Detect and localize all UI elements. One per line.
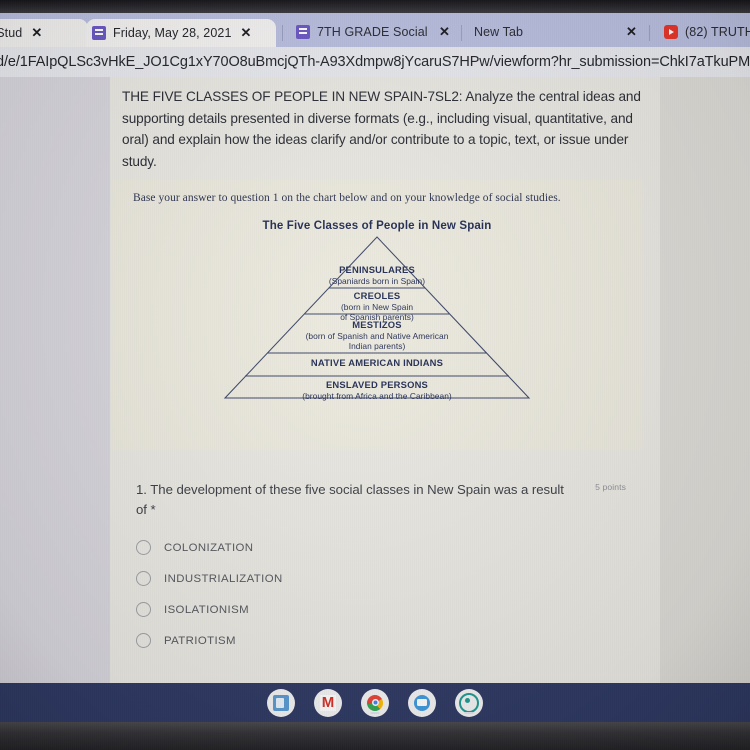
answer-options-list: COLONIZATION INDUSTRIALIZATION ISOLATION…	[136, 532, 596, 656]
tab-close-icon[interactable]: ✕	[626, 24, 637, 40]
chart-title: The Five Classes of People in New Spain	[262, 220, 492, 232]
pyramid-diagram: PENINSULARES (Spaniards born in Spain) C…	[112, 235, 642, 450]
tab-separator	[461, 25, 462, 41]
question-text: 1. The development of these five social …	[136, 482, 564, 517]
page-left-gutter	[0, 77, 110, 683]
answer-option-patriotism[interactable]: PATRIOTISM	[136, 625, 596, 656]
answer-option-industrialization[interactable]: INDUSTRIALIZATION	[136, 563, 596, 594]
chrome-icon[interactable]	[361, 688, 389, 717]
pyramid-level-5-sub: (brought from Africa and the Caribbean)	[302, 390, 452, 401]
pyramid-level-2: CREOLES (born in New Spain of Spanish pa…	[112, 290, 642, 323]
radio-button-icon[interactable]	[136, 602, 151, 617]
radio-button-icon[interactable]	[136, 571, 151, 586]
tab-separator	[282, 25, 283, 41]
google-forms-icon	[92, 26, 106, 40]
browser-tab-1[interactable]: Friday, May 28, 2021 ✕	[86, 19, 276, 47]
chart-image: Base your answer to question 1 on the ch…	[112, 180, 642, 450]
answer-option-isolationism[interactable]: ISOLATIONISM	[136, 594, 596, 625]
tab-title: 7TH GRADE Social Stud	[317, 25, 430, 39]
chromeos-shelf	[0, 683, 750, 722]
radio-button-icon[interactable]	[136, 540, 151, 555]
pyramid-level-3-name: MESTIZOS	[352, 319, 402, 330]
form-description: THE FIVE CLASSES OF PEOPLE IN NEW SPAIN-…	[122, 89, 641, 169]
tab-close-icon[interactable]: ✕	[31, 25, 42, 41]
answer-option-colonization[interactable]: COLONIZATION	[136, 532, 596, 563]
gmail-icon[interactable]	[314, 688, 342, 717]
pyramid-level-3: MESTIZOS (born of Spanish and Native Ame…	[112, 319, 642, 352]
address-bar-url: d/e/1FAIpQLSc3vHkE_JO1Cg1xY70O8uBmcjQTh-…	[0, 54, 750, 70]
app-running-indicator	[370, 711, 380, 714]
tab-title: Social Stud	[0, 26, 23, 40]
pyramid-level-2-name: CREOLES	[353, 290, 401, 301]
browser-tab-strip: Social Stud ✕ Friday, May 28, 2021 ✕ 7TH…	[0, 13, 750, 47]
google-forms-icon	[296, 25, 310, 39]
radio-button-icon[interactable]	[136, 633, 151, 648]
pyramid-level-4-name: NATIVE AMERICAN INDIANS	[310, 357, 444, 368]
tab-title: New Tab	[474, 25, 524, 39]
browser-tab-4[interactable]: (82) TRUTH (	[658, 17, 750, 47]
answer-option-label: PATRIOTISM	[164, 634, 236, 647]
page-right-gutter	[660, 77, 750, 683]
answer-option-label: ISOLATIONISM	[164, 603, 249, 616]
google-form-page: THE FIVE CLASSES OF PEOPLE IN NEW SPAIN-…	[0, 77, 750, 683]
pyramid-level-4: NATIVE AMERICAN INDIANS	[112, 357, 642, 369]
tab-close-icon[interactable]: ✕	[439, 24, 450, 40]
pyramid-level-1: PENINSULARES (Spaniards born in Spain)	[112, 264, 642, 286]
tab-title: (82) TRUTH (	[685, 25, 750, 39]
laptop-bezel-top	[0, 0, 750, 13]
browser-tab-2[interactable]: 7TH GRADE Social Stud ✕	[290, 17, 456, 47]
assistant-icon[interactable]	[455, 688, 483, 717]
question-points-badge: 5 points	[595, 482, 626, 492]
app-running-indicator	[464, 711, 474, 714]
youtube-icon	[664, 25, 678, 39]
pyramid-level-1-sub: (Spaniards born in Spain)	[328, 275, 426, 286]
files-icon[interactable]	[267, 688, 295, 717]
browser-address-bar[interactable]: d/e/1FAIpQLSc3vHkE_JO1Cg1xY70O8uBmcjQTh-…	[0, 47, 750, 77]
browser-tab-0[interactable]: Social Stud ✕	[0, 19, 88, 47]
answer-option-label: INDUSTRIALIZATION	[164, 572, 283, 585]
pyramid-level-5-name: ENSLAVED PERSONS	[325, 379, 428, 390]
pyramid-level-1-name: PENINSULARES	[339, 264, 415, 275]
pyramid-level-5: ENSLAVED PERSONS (brought from Africa an…	[112, 379, 642, 401]
tab-title: Friday, May 28, 2021	[113, 26, 232, 40]
laptop-bezel-bottom	[0, 722, 750, 750]
messages-icon[interactable]	[408, 688, 436, 717]
form-card: THE FIVE CLASSES OF PEOPLE IN NEW SPAIN-…	[110, 77, 660, 683]
question-block: 1. The development of these five social …	[136, 480, 636, 520]
chromebook-photo-screenshot: Social Stud ✕ Friday, May 28, 2021 ✕ 7TH…	[0, 0, 750, 750]
browser-tab-3[interactable]: New Tab ✕	[468, 17, 643, 47]
pyramid-level-3-sub: (born of Spanish and Native American Ind…	[305, 330, 449, 352]
chart-intro-text: Base your answer to question 1 on the ch…	[133, 192, 561, 204]
answer-option-label: COLONIZATION	[164, 541, 254, 554]
tab-close-icon[interactable]: ✕	[241, 25, 252, 41]
tab-separator	[649, 25, 650, 41]
shelf-app-icons	[0, 683, 750, 722]
